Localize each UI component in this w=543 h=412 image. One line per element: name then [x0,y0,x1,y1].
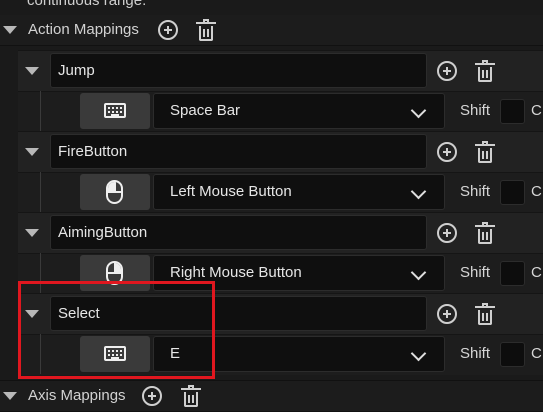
delete-all-axes-icon[interactable] [181,385,201,407]
delete-all-actions-icon[interactable] [196,19,216,41]
add-key-icon[interactable] [437,223,457,243]
action-name-field[interactable]: Jump [50,53,427,88]
add-axis-mapping-icon[interactable] [142,386,162,406]
key-selector-value: Left Mouse Button [170,183,292,200]
shift-checkbox[interactable] [500,342,525,367]
shift-label: Shift [460,102,491,119]
shift-checkbox[interactable] [500,261,525,286]
key-selector-value: Space Bar [170,102,241,119]
axis-mappings-label: Axis Mappings [28,387,126,404]
axis-mappings-header: Axis Mappings [0,380,543,412]
delete-action-icon[interactable] [475,60,495,82]
ctrl-label: C [531,183,542,200]
add-action-mapping-icon[interactable] [158,20,178,40]
action-name-field[interactable]: FireButton [50,134,427,169]
delete-action-icon[interactable] [475,222,495,244]
ctrl-label: C [531,345,542,362]
key-selector-dropdown[interactable]: Left Mouse Button [153,174,445,210]
description-text: continuous range. [27,0,147,9]
keyboard-icon [104,103,126,118]
chevron-down-icon [410,345,427,362]
mouse-left-icon [106,180,123,204]
shift-checkbox[interactable] [500,99,525,124]
indent-guide [40,91,41,131]
chevron-down-icon [410,102,427,119]
delete-action-icon[interactable] [475,303,495,325]
collapse-arrow-icon[interactable] [3,392,17,400]
shift-checkbox[interactable] [500,180,525,205]
chevron-down-icon [410,264,427,281]
action-mappings-header: Action Mappings [0,15,543,46]
action-mappings-label: Action Mappings [28,21,139,38]
add-key-icon[interactable] [437,304,457,324]
shift-label: Shift [460,183,491,200]
ctrl-label: C [531,102,542,119]
highlight-box [18,281,215,379]
action-name-field[interactable]: AimingButton [50,215,427,250]
collapse-arrow-icon[interactable] [3,26,17,34]
expand-arrow-icon[interactable] [25,148,39,156]
add-key-icon[interactable] [437,61,457,81]
indent-guide [40,172,41,212]
key-selector-dropdown[interactable]: Space Bar [153,93,445,129]
add-key-icon[interactable] [437,142,457,162]
delete-action-icon[interactable] [475,141,495,163]
mouse-icon-button[interactable] [80,174,150,210]
shift-label: Shift [460,264,491,281]
expand-arrow-icon[interactable] [25,229,39,237]
shift-label: Shift [460,345,491,362]
expand-arrow-icon[interactable] [25,67,39,75]
chevron-down-icon [410,183,427,200]
ctrl-label: C [531,264,542,281]
keyboard-icon-button[interactable] [80,93,150,129]
